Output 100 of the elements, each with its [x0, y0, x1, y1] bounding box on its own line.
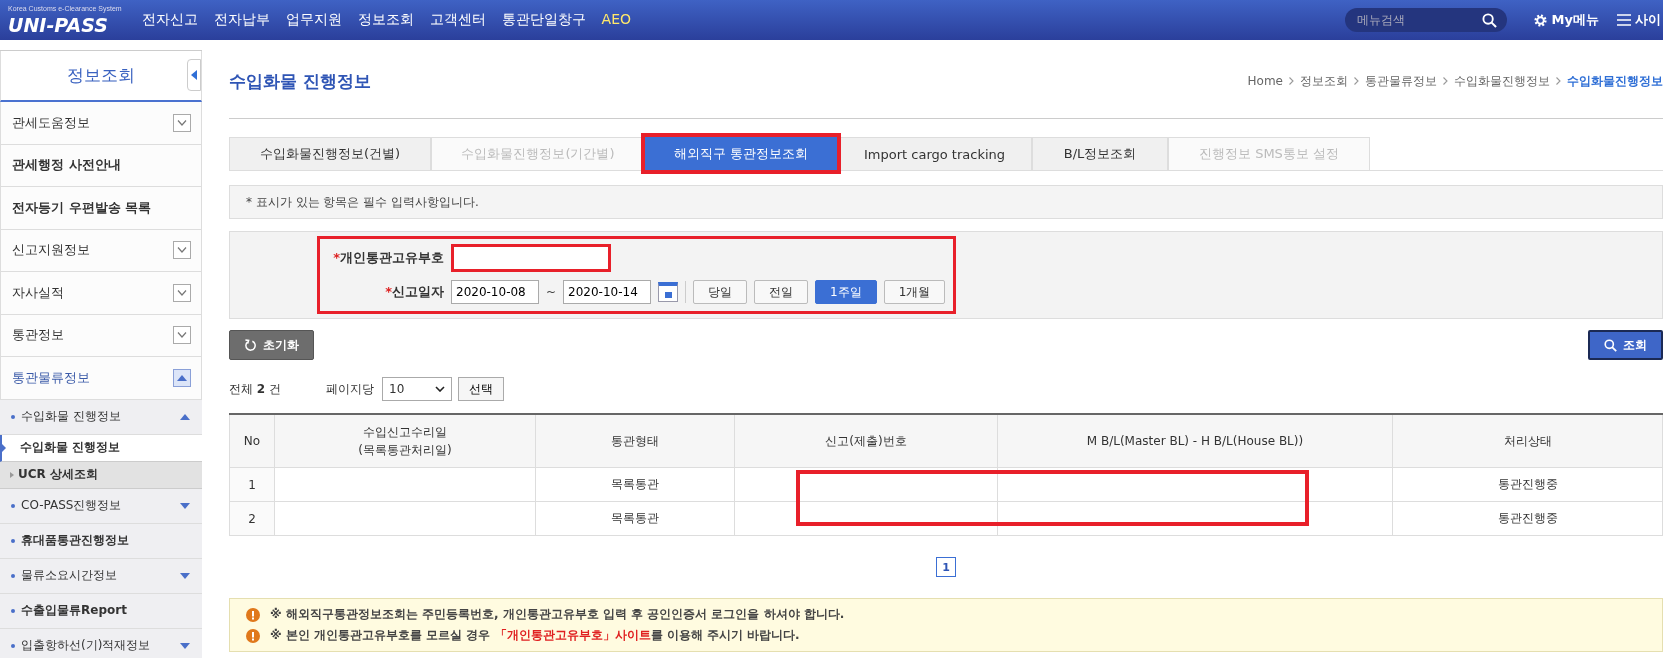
sidebar-subitem-label: 물류소요시간정보: [21, 567, 117, 584]
range-separator: ~: [546, 285, 557, 299]
notice-text: ※ 본인 개인통관고유부호를 모르실 경우 「개인통관고유부호」사이트를 이용해 주시기 바랍니다.: [270, 627, 800, 644]
sitemap-link[interactable]: 사이: [1617, 11, 1661, 29]
per-page-label: 페이지당: [326, 380, 374, 398]
period-button[interactable]: 1개월: [883, 280, 946, 304]
period-button[interactable]: 당일: [693, 280, 748, 304]
sidebar-subitem-label: 입출항하선(기)적재정보: [21, 637, 151, 654]
expand-arrow-icon[interactable]: [180, 502, 190, 509]
nav-menu-item[interactable]: 전자신고: [141, 11, 198, 29]
column-header: No: [229, 414, 275, 468]
nav-menu-item[interactable]: 통관단일창구: [501, 11, 586, 29]
sidebar-subitem-label: CO-PASS진행정보: [21, 497, 122, 514]
expand-arrow-icon[interactable]: [180, 572, 190, 579]
refresh-icon: [244, 338, 257, 352]
chevron-right-icon: [1443, 77, 1448, 85]
sidebar-subitem[interactable]: 물류소요시간정보: [0, 558, 202, 594]
bullet-icon: [11, 503, 15, 508]
date-field[interactable]: 2020-10-08: [451, 280, 539, 304]
sidebar-leaf-item[interactable]: UCR 상세조회: [0, 461, 202, 489]
column-header: 처리상태: [1392, 414, 1663, 468]
menu-search-field[interactable]: 메뉴검색: [1344, 8, 1507, 32]
breadcrumb-link[interactable]: 정보조회: [1300, 72, 1348, 90]
chevron-right-icon: [1289, 77, 1294, 85]
total-count: 전체 2 건: [229, 380, 281, 398]
calendar-icon[interactable]: [658, 282, 679, 302]
breadcrumb-link[interactable]: 통관물류정보: [1365, 72, 1437, 90]
period-button[interactable]: 전일: [754, 280, 809, 304]
sidebar-subitem[interactable]: 휴대품통관진행정보: [0, 523, 202, 559]
expand-button[interactable]: [173, 283, 191, 302]
breadcrumb-link[interactable]: Home: [1247, 74, 1283, 88]
warning-icon: [246, 607, 260, 622]
site-link[interactable]: 「개인통관고유부호」사이트: [494, 628, 651, 642]
sidebar-item-label: 관세행정 사전안내: [12, 156, 121, 175]
nav-menu-item[interactable]: 고객센터: [429, 11, 486, 29]
sidebar-item-label: 전자등기 우편발송 목록: [12, 198, 152, 217]
period-button[interactable]: 1주일: [815, 280, 877, 304]
expand-button[interactable]: [173, 326, 191, 345]
sidebar-subitem[interactable]: 수출입물류Report: [0, 593, 202, 629]
chevron-down-icon: [177, 247, 187, 254]
sidebar-leaf-item[interactable]: 수입화물 진행정보: [0, 434, 202, 462]
search-icon: [1604, 338, 1617, 352]
sidebar-subitem[interactable]: 입출항하선(기)적재정보: [0, 628, 202, 658]
warning-icon: [246, 628, 260, 643]
sidebar-subitem-label: 수출입물류Report: [21, 602, 127, 619]
search-button[interactable]: 조회: [1588, 330, 1663, 360]
bullet-icon: [11, 573, 15, 578]
collapse-sidebar-button[interactable]: [187, 59, 201, 91]
bullet-icon: [11, 538, 15, 543]
sidebar-item[interactable]: 통관정보: [0, 314, 202, 357]
customs-code-field[interactable]: [451, 244, 611, 272]
page-number[interactable]: 1: [936, 557, 956, 577]
nav-menu-item[interactable]: AEO: [601, 11, 632, 29]
chevron-down-icon: [177, 119, 187, 126]
table-cell: 목록통관: [535, 467, 735, 502]
my-menu-link[interactable]: My메뉴: [1532, 11, 1599, 29]
collapse-arrow-icon[interactable]: [180, 413, 190, 420]
breadcrumb-link[interactable]: 수입화물진행정보: [1454, 72, 1550, 90]
menu-icon: [1617, 14, 1631, 26]
expand-button[interactable]: [173, 113, 191, 132]
breadcrumb-link[interactable]: 수입화물진행정보: [1567, 72, 1663, 90]
bullet-icon: [11, 608, 15, 613]
per-page-dropdown[interactable]: 10: [382, 377, 452, 401]
expand-button[interactable]: [173, 241, 191, 260]
sidebar-item[interactable]: 전자등기 우편발송 목록: [0, 187, 202, 230]
notice-text: ※ 해외직구통관정보조회는 주민등록번호, 개인통관고유부호 입력 후 공인인증서 로그인을 하셔야 합니다.: [270, 606, 845, 623]
nav-menu-item[interactable]: 정보조회: [357, 11, 414, 29]
tab[interactable]: B/L정보조회: [1032, 137, 1168, 170]
sidebar-subitem-label: 휴대품통관진행정보: [21, 532, 129, 549]
chevron-down-icon: [177, 332, 187, 339]
required-note: * 표시가 있는 항목은 필수 입력사항입니다.: [246, 193, 479, 211]
sidebar-item[interactable]: 신고지원정보: [0, 229, 202, 272]
sidebar-item[interactable]: 관세행정 사전안내: [0, 144, 202, 187]
table-cell: 1: [229, 467, 275, 502]
sidebar-leaf-label: 수입화물 진행정보: [20, 439, 121, 456]
tab[interactable]: 수입화물진행정보(건별): [229, 137, 431, 170]
table-cell: 2: [229, 501, 275, 536]
select-button[interactable]: 선택: [458, 377, 504, 401]
date-field[interactable]: 2020-10-14: [563, 280, 652, 304]
sidebar-subitem[interactable]: 수입화물 진행정보: [0, 399, 202, 435]
chevron-right-icon: [1354, 77, 1359, 85]
sidebar-title-text: 정보조회: [67, 64, 135, 87]
chevron-down-icon: [435, 386, 445, 392]
logo[interactable]: UNI-PASS: [8, 14, 108, 36]
sidebar-item-label: 관세도움정보: [12, 113, 90, 132]
sidebar-item-label: 신고지원정보: [12, 241, 90, 260]
search-icon[interactable]: [1481, 13, 1497, 28]
column-header: M B/L(Master BL) - H B/L(House BL)): [997, 414, 1393, 468]
nav-menu-item[interactable]: 전자납부: [213, 11, 270, 29]
sidebar-item-label: 자사실적: [12, 283, 64, 302]
sidebar-item[interactable]: 관세도움정보: [0, 102, 202, 145]
sidebar-item[interactable]: 통관물류정보: [0, 357, 202, 400]
column-header: 신고(제출)번호: [734, 414, 998, 468]
nav-menu-item[interactable]: 업무지원: [285, 11, 342, 29]
sidebar-item[interactable]: 자사실적: [0, 272, 202, 315]
sidebar-subitem[interactable]: CO-PASS진행정보: [0, 488, 202, 524]
chevron-down-icon: [177, 289, 187, 296]
reset-button[interactable]: 초기화: [229, 330, 314, 360]
expand-arrow-icon[interactable]: [180, 642, 190, 649]
collapse-button[interactable]: [173, 368, 191, 387]
